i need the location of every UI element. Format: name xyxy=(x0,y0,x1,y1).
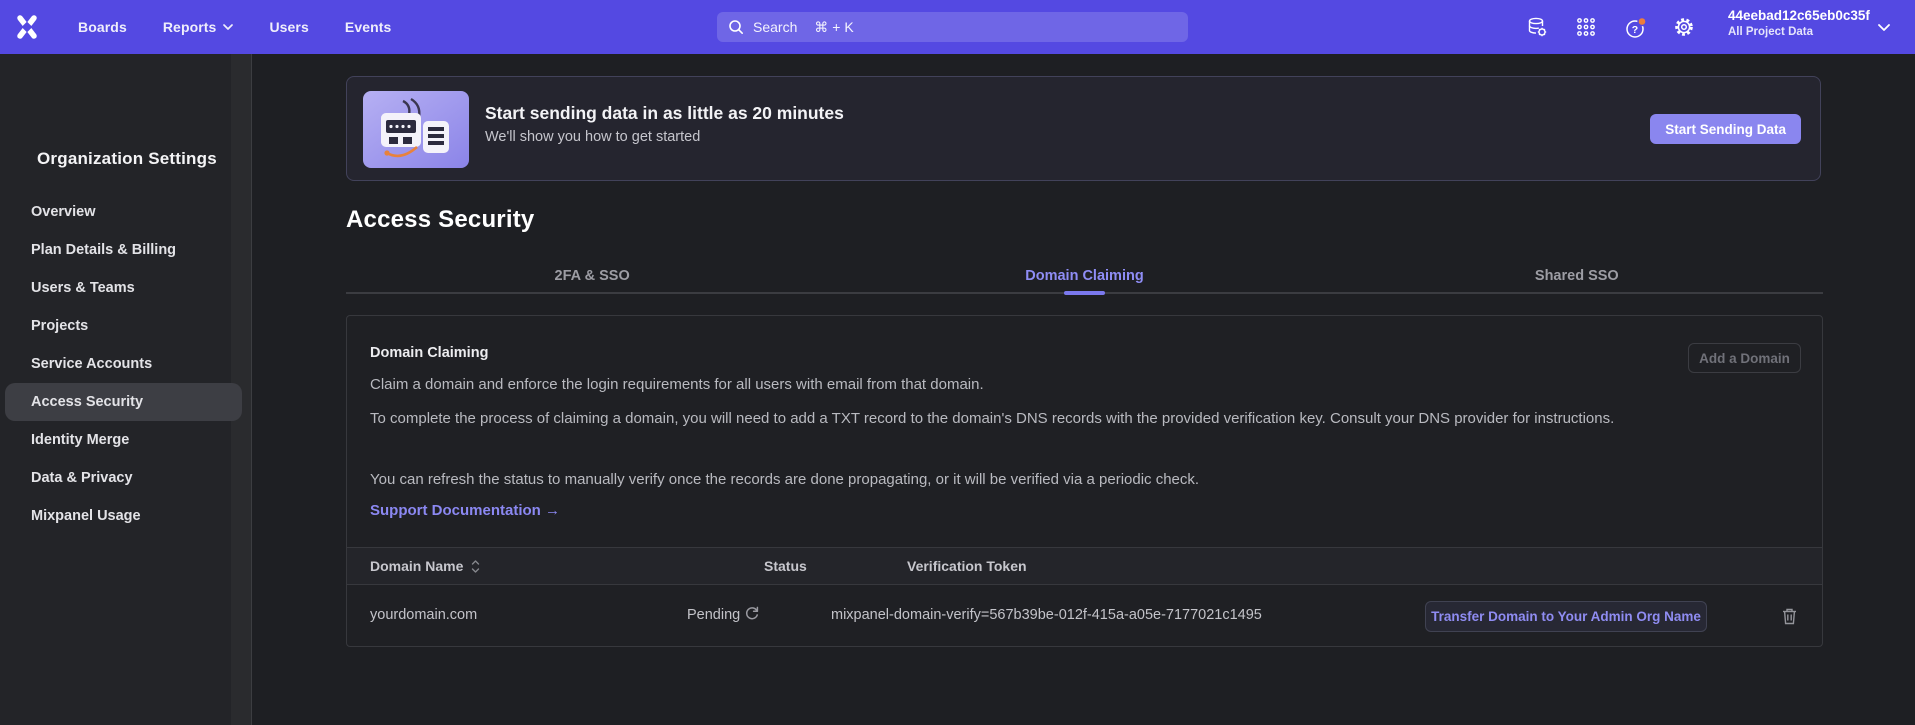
data-management-icon[interactable] xyxy=(1526,16,1548,38)
domain-claiming-panel: Domain Claiming Add a Domain Claim a dom… xyxy=(346,315,1823,647)
sidebar-item-label: Projects xyxy=(31,318,88,334)
sidebar-item-label: Service Accounts xyxy=(31,356,152,372)
account-switcher[interactable]: 44eebad12c65eb0c35f All Project Data xyxy=(1728,8,1870,39)
sidebar-item-label: Users & Teams xyxy=(31,280,135,296)
domain-table-row: yourdomain.com Pending mixpanel-domain-v… xyxy=(347,585,1822,647)
panel-heading: Domain Claiming xyxy=(370,345,488,361)
tab-domain-claiming[interactable]: Domain Claiming xyxy=(838,262,1330,294)
mixpanel-logo-icon[interactable] xyxy=(14,14,40,40)
sidebar-item-access-security[interactable]: Access Security xyxy=(5,383,242,421)
column-header-verification-token: Verification Token xyxy=(907,558,1027,574)
nav-item-label: Boards xyxy=(78,19,127,35)
sidebar-item-identity-merge[interactable]: Identity Merge xyxy=(5,421,242,459)
tab-2fa-sso[interactable]: 2FA & SSO xyxy=(346,262,838,294)
panel-description-3: You can refresh the status to manually v… xyxy=(370,469,1199,491)
panel-description-2: To complete the process of claiming a do… xyxy=(370,408,1670,430)
nav-menu: Boards Reports Users Events xyxy=(78,0,391,54)
account-chevron-down-icon[interactable] xyxy=(1878,24,1890,31)
nav-item-label: Users xyxy=(269,19,308,35)
search-icon xyxy=(728,19,744,35)
panel-description-1: Claim a domain and enforce the login req… xyxy=(370,374,984,396)
nav-item-label: Reports xyxy=(163,19,217,35)
nav-item-label: Events xyxy=(345,19,392,35)
account-scope: All Project Data xyxy=(1728,25,1870,39)
nav-item-boards[interactable]: Boards xyxy=(78,19,127,35)
onboarding-banner: Start sending data in as little as 20 mi… xyxy=(346,76,1821,181)
sidebar-item-label: Plan Details & Billing xyxy=(31,242,176,258)
transfer-domain-button[interactable]: Transfer Domain to Your Admin Org Name xyxy=(1425,601,1707,632)
banner-title: Start sending data in as little as 20 mi… xyxy=(485,103,844,124)
sidebar-item-service-accounts[interactable]: Service Accounts xyxy=(5,345,242,383)
support-documentation-link[interactable]: Support Documentation → xyxy=(370,502,560,519)
page-title: Access Security xyxy=(346,206,534,234)
search-shortcut: ⌘ + K xyxy=(814,19,853,36)
sidebar-title: Organization Settings xyxy=(37,149,217,169)
settings-sidebar: Organization Settings Overview Plan Deta… xyxy=(0,54,252,725)
verification-token-cell: mixpanel-domain-verify=567b39be-012f-415… xyxy=(831,607,1262,623)
column-header-domain-name[interactable]: Domain Name xyxy=(370,558,480,574)
apps-grid-icon[interactable] xyxy=(1575,16,1597,38)
settings-gear-icon[interactable] xyxy=(1673,16,1695,38)
domains-table-header: Domain Name Status Verification Token xyxy=(347,547,1822,585)
domain-name-cell: yourdomain.com xyxy=(370,607,477,623)
chevron-down-icon xyxy=(223,24,233,30)
tab-shared-sso[interactable]: Shared SSO xyxy=(1331,262,1823,294)
search-input[interactable]: Search ⌘ + K xyxy=(717,12,1188,42)
sidebar-item-mixpanel-usage[interactable]: Mixpanel Usage xyxy=(5,497,242,535)
nav-right-icons: ? xyxy=(1526,0,1695,54)
refresh-status-icon[interactable] xyxy=(744,605,760,621)
add-domain-button[interactable]: Add a Domain xyxy=(1688,343,1801,373)
start-sending-data-button[interactable]: Start Sending Data xyxy=(1650,114,1801,144)
column-header-label: Domain Name xyxy=(370,558,463,574)
sidebar-item-projects[interactable]: Projects xyxy=(5,307,242,345)
sidebar-nav: Overview Plan Details & Billing Users & … xyxy=(5,193,242,535)
sidebar-item-label: Data & Privacy xyxy=(31,470,133,486)
help-icon[interactable]: ? xyxy=(1624,16,1646,38)
sidebar-item-data-privacy[interactable]: Data & Privacy xyxy=(5,459,242,497)
sort-icon xyxy=(471,560,480,573)
svg-text:?: ? xyxy=(1632,24,1638,36)
sidebar-divider xyxy=(251,54,252,725)
delete-domain-trash-icon[interactable] xyxy=(1781,607,1798,625)
sidebar-item-label: Identity Merge xyxy=(31,432,129,448)
column-header-label: Status xyxy=(764,558,807,574)
account-id: 44eebad12c65eb0c35f xyxy=(1728,8,1870,24)
active-tab-indicator xyxy=(1064,291,1105,295)
column-header-label: Verification Token xyxy=(907,558,1027,574)
column-header-status: Status xyxy=(764,558,807,574)
top-navbar: Boards Reports Users Events xyxy=(0,0,1915,54)
sidebar-item-plan-details-billing[interactable]: Plan Details & Billing xyxy=(5,231,242,269)
sidebar-item-users-teams[interactable]: Users & Teams xyxy=(5,269,242,307)
nav-item-reports[interactable]: Reports xyxy=(163,19,234,35)
sidebar-item-overview[interactable]: Overview xyxy=(5,193,242,231)
domain-status-cell: Pending xyxy=(687,607,740,623)
banner-subtitle: We'll show you how to get started xyxy=(485,129,700,145)
tab-bar: 2FA & SSO Domain Claiming Shared SSO xyxy=(346,262,1823,294)
nav-item-events[interactable]: Events xyxy=(345,19,392,35)
sidebar-item-label: Mixpanel Usage xyxy=(31,508,141,524)
sidebar-item-label: Access Security xyxy=(31,394,143,410)
mixpanel-app: Boards Reports Users Events xyxy=(0,0,1915,725)
sidebar-item-label: Overview xyxy=(31,204,96,220)
banner-illustration xyxy=(363,91,469,168)
search-placeholder: Search xyxy=(753,19,797,35)
nav-item-users[interactable]: Users xyxy=(269,19,308,35)
